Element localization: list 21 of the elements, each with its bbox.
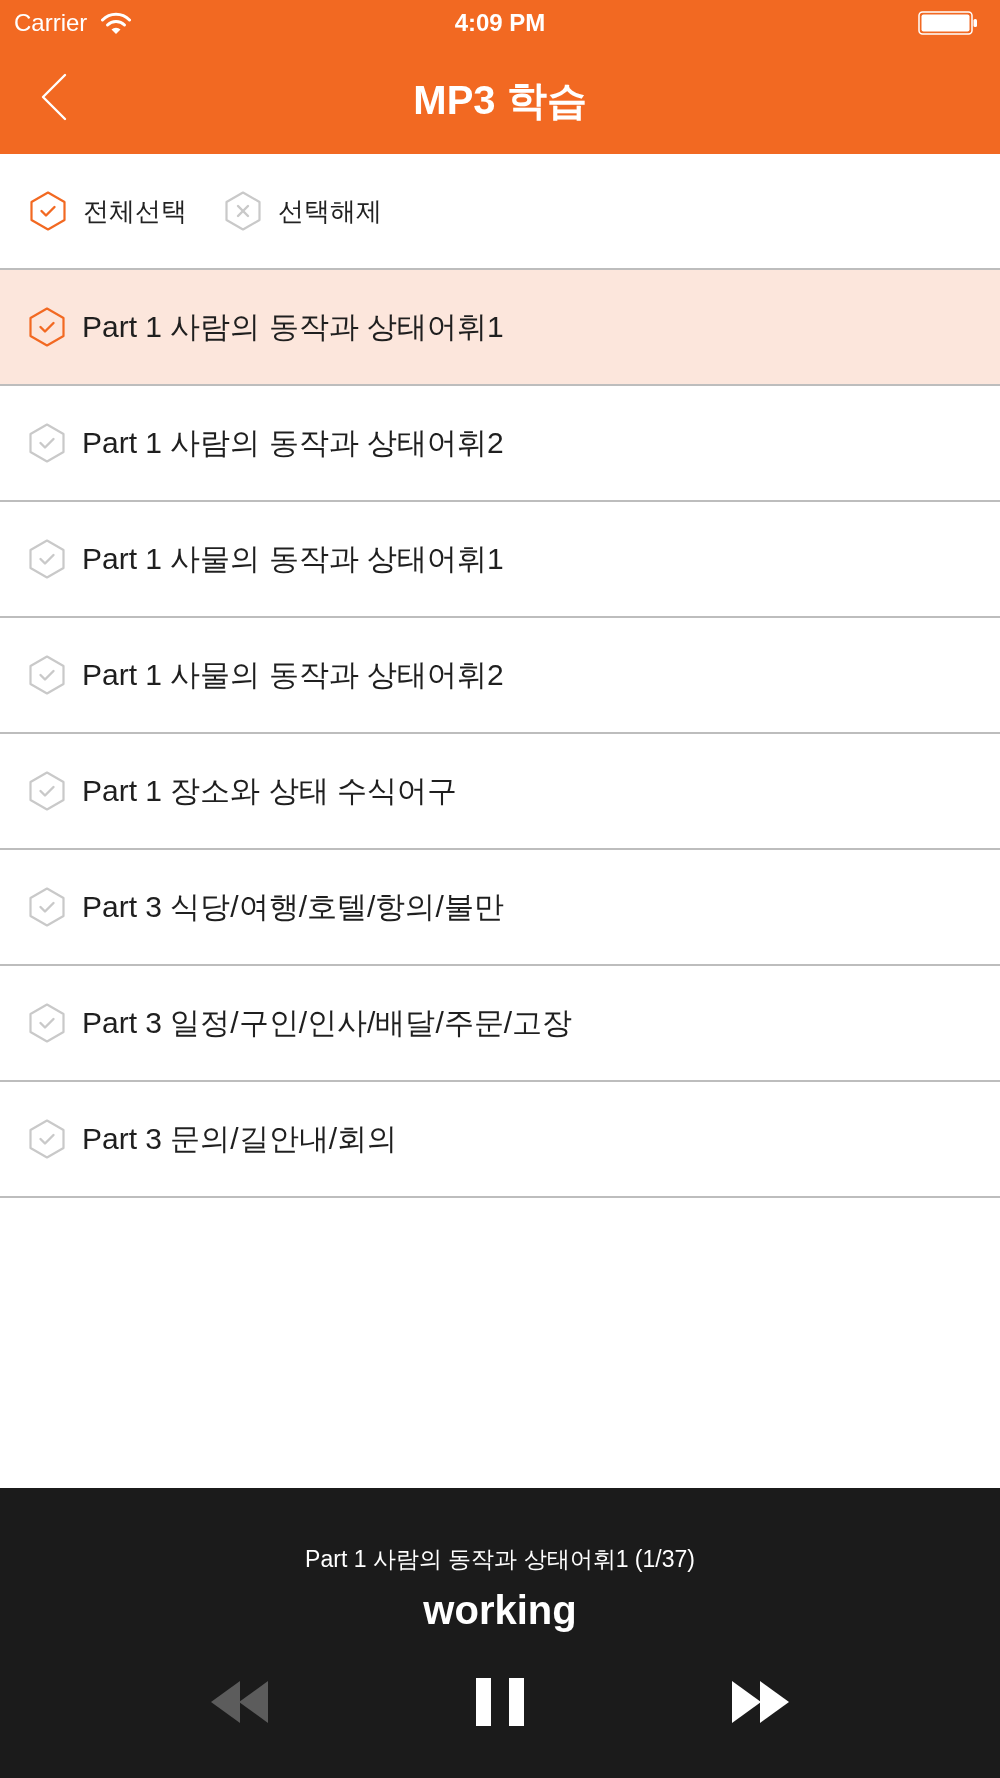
- track-title: Part 1 사물의 동작과 상태어휘1: [82, 541, 504, 577]
- hexagon-x-icon: [225, 191, 261, 231]
- screen-title: MP3 학습: [413, 76, 587, 124]
- track-title: Part 3 일정/구인/인사/배달/주문/고장: [82, 1005, 573, 1041]
- wifi-icon: [101, 11, 132, 34]
- track-title: Part 1 사물의 동작과 상태어휘2: [82, 657, 504, 693]
- track-row[interactable]: Part 1 사람의 동작과 상태어휘1: [0, 270, 1000, 386]
- select-all-button[interactable]: 전체선택: [30, 191, 187, 231]
- battery-icon: [918, 10, 978, 35]
- status-time: 4:09 PM: [454, 8, 546, 37]
- track-title: Part 1 사람의 동작과 상태어휘1: [82, 309, 504, 345]
- carrier-label: Carrier: [14, 8, 88, 37]
- now-playing-title: Part 1 사람의 동작과 상태어휘1 (1/37): [305, 1545, 695, 1574]
- current-word: working: [423, 1588, 577, 1632]
- chevron-left-icon: [40, 73, 68, 121]
- deselect-button[interactable]: 선택해제: [225, 191, 382, 231]
- track-title: Part 1 장소와 상태 수식어구: [82, 773, 458, 809]
- track-title: Part 3 식당/여행/호텔/항의/불만: [82, 889, 504, 925]
- track-title: Part 1 사람의 동작과 상태어휘2: [82, 425, 504, 461]
- track-title: Part 3 문의/길안내/회의: [82, 1121, 398, 1157]
- hexagon-check-icon: [30, 191, 66, 231]
